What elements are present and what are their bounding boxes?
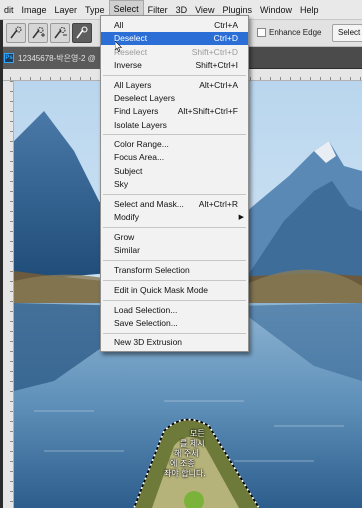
menu-item-shortcut: Alt+Shift+Ctrl+F [177, 106, 238, 116]
enhance-edge-checkbox[interactable]: Enhance Edge [257, 28, 322, 37]
subtitle-line: 모든 [190, 429, 205, 438]
menu-item-label: Similar [114, 245, 140, 255]
select-menu-dropdown: All Ctrl+A Deselect Ctrl+D Reselect Shif… [100, 15, 249, 352]
menu-item-label: Save Selection... [114, 318, 178, 328]
menu-separator [103, 194, 246, 195]
menu-item-label: Select and Mask... [114, 199, 184, 209]
menu-item-inverse[interactable]: Inverse Shift+Ctrl+I [101, 59, 248, 72]
menu-item-find-layers[interactable]: Find Layers Alt+Shift+Ctrl+F [101, 105, 248, 118]
menu-item-focus-area[interactable]: Focus Area... [101, 151, 248, 164]
menu-item-deselect[interactable]: Deselect Ctrl+D [101, 32, 248, 45]
menu-item-label: Color Range... [114, 139, 169, 149]
menu-item-select-and-mask[interactable]: Select and Mask... Alt+Ctrl+R [101, 198, 248, 211]
video-subtitle: 모든 를 제시 해 주세 에 조종 좌야 합니다. [164, 429, 206, 479]
document-tab[interactable]: Ps 12345678-박은영-2 @ [0, 47, 112, 69]
toolbar-edge [0, 20, 3, 508]
subtitle-line: 좌야 합니다. [164, 469, 206, 478]
menu-item-quick-mask[interactable]: Edit in Quick Mask Mode [101, 284, 248, 297]
menu-item-isolate-layers[interactable]: Isolate Layers [101, 119, 248, 132]
menu-separator [103, 75, 246, 76]
submenu-arrow-icon: ▶ [238, 214, 244, 221]
subtitle-line: 를 제시 [180, 439, 205, 448]
quick-selection-subtract-icon[interactable] [50, 23, 70, 43]
menu-item-shortcut: Shift+Ctrl+I [195, 60, 238, 70]
menu-item-label: All Layers [114, 80, 152, 90]
subtitle-line: 해 주세 [174, 449, 199, 458]
menu-help[interactable]: Help [296, 0, 323, 20]
checkbox-icon[interactable] [257, 28, 266, 37]
menu-separator [103, 280, 246, 281]
menu-item-similar[interactable]: Similar [101, 244, 248, 257]
menu-item-shortcut: Ctrl+D [213, 33, 238, 43]
menu-item-label: Grow [114, 232, 135, 242]
menu-separator [103, 134, 246, 135]
menu-item-label: New 3D Extrusion [114, 337, 183, 347]
menu-window[interactable]: Window [256, 0, 296, 20]
menu-item-label: Inverse [114, 60, 142, 70]
menu-item-label: Load Selection... [114, 305, 178, 315]
menu-separator [103, 300, 246, 301]
menu-item-label: Deselect Layers [114, 93, 175, 103]
photoshop-file-icon: Ps [4, 53, 14, 63]
menu-item-new-3d-extrusion[interactable]: New 3D Extrusion [101, 336, 248, 349]
menu-item-reselect[interactable]: Reselect Shift+Ctrl+D [101, 46, 248, 59]
menu-item-color-range[interactable]: Color Range... [101, 138, 248, 151]
menu-separator [103, 260, 246, 261]
menu-item-label: Subject [114, 166, 143, 176]
menu-item-all[interactable]: All Ctrl+A [101, 19, 248, 32]
document-title: 12345678-박은영-2 @ [18, 53, 96, 63]
menu-layer[interactable]: Layer [51, 0, 82, 20]
brush-options-icon[interactable] [72, 23, 92, 43]
menu-item-label: Find Layers [114, 106, 159, 116]
mouse-cursor-icon [115, 41, 122, 52]
menu-item-label: Focus Area... [114, 152, 165, 162]
menu-item-modify[interactable]: Modify ▶ [101, 211, 248, 224]
menu-item-save-selection[interactable]: Save Selection... [101, 317, 248, 330]
menu-item-label: All [114, 20, 124, 30]
menu-item-subject[interactable]: Subject [101, 165, 248, 178]
menu-item-shortcut: Alt+Ctrl+R [198, 199, 238, 209]
menu-item-label: Isolate Layers [114, 120, 167, 130]
menu-item-all-layers[interactable]: All Layers Alt+Ctrl+A [101, 79, 248, 92]
menu-item-sky[interactable]: Sky [101, 178, 248, 191]
menu-item-label: Transform Selection [114, 265, 190, 275]
subtitle-line: 에 조종 [170, 459, 195, 468]
menu-image[interactable]: Image [18, 0, 51, 20]
menu-item-label: Edit in Quick Mask Mode [114, 285, 209, 295]
menu-edit[interactable]: dit [0, 0, 18, 20]
menu-separator [103, 227, 246, 228]
menu-item-transform-selection[interactable]: Transform Selection [101, 264, 248, 277]
menu-item-shortcut: Shift+Ctrl+D [191, 47, 238, 57]
menu-item-label: Sky [114, 179, 129, 189]
menu-item-grow[interactable]: Grow [101, 231, 248, 244]
quick-selection-add-icon[interactable] [28, 23, 48, 43]
quick-selection-new-icon[interactable] [6, 23, 26, 43]
menu-item-shortcut: Ctrl+A [214, 20, 238, 30]
select-subject-button[interactable]: Select S [332, 24, 362, 42]
menu-separator [103, 333, 246, 334]
menu-item-deselect-layers[interactable]: Deselect Layers [101, 92, 248, 105]
menu-item-shortcut: Alt+Ctrl+A [199, 80, 238, 90]
menu-item-label: Modify [114, 212, 140, 222]
enhance-edge-label: Enhance Edge [269, 28, 322, 37]
menu-item-load-selection[interactable]: Load Selection... [101, 304, 248, 317]
